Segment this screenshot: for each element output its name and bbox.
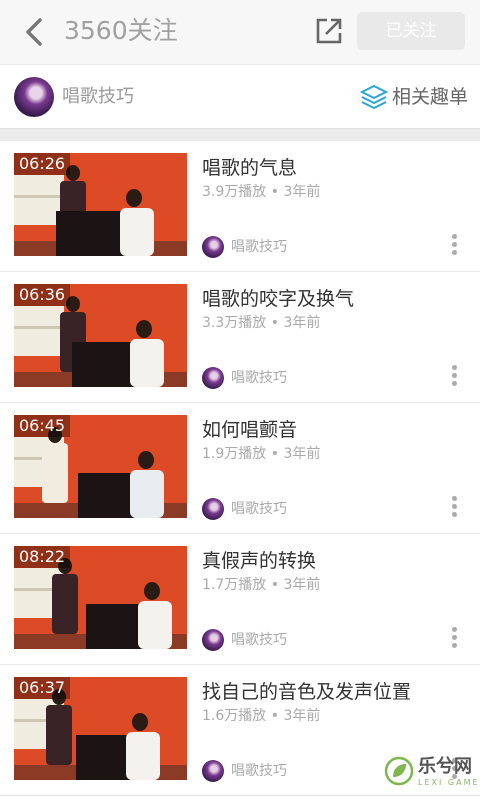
more-vertical-icon[interactable]	[448, 365, 460, 391]
uploader-name[interactable]: 唱歌技巧	[231, 629, 287, 651]
uploader-name[interactable]: 唱歌技巧	[231, 498, 287, 520]
channel-row[interactable]: 唱歌技巧 相关趣单	[0, 64, 480, 129]
video-age: 3年前	[283, 708, 321, 724]
video-meta: 1.6万播放 • 3年前	[202, 708, 321, 724]
more-vertical-icon[interactable]	[448, 234, 460, 260]
uploader-name[interactable]: 唱歌技巧	[231, 367, 287, 389]
video-duration: 06:26	[14, 153, 71, 175]
video-meta: 1.9万播放 • 3年前	[202, 446, 321, 462]
video-title[interactable]: 唱歌的咬字及换气	[202, 285, 354, 313]
video-duration: 08:22	[14, 546, 71, 568]
uploader-avatar[interactable]	[202, 629, 224, 651]
uploader-avatar[interactable]	[202, 367, 224, 389]
site-watermark: 乐兮网 LEXI GAME	[384, 756, 480, 796]
video-views: 1.6万播放	[202, 708, 267, 724]
video-views: 1.7万播放	[202, 577, 267, 593]
watermark-text: 乐兮网	[418, 756, 472, 777]
watermark-subtext: LEXI GAME	[418, 778, 480, 787]
layers-icon	[360, 84, 388, 110]
uploader-name[interactable]: 唱歌技巧	[231, 760, 287, 782]
video-meta: 3.9万播放 • 3年前	[202, 184, 321, 200]
channel-avatar[interactable]	[14, 77, 54, 117]
video-title[interactable]: 唱歌的气息	[202, 154, 297, 182]
more-vertical-icon[interactable]	[448, 627, 460, 653]
more-vertical-icon[interactable]	[448, 496, 460, 522]
follow-count-title: 3560关注	[64, 16, 178, 45]
video-meta: 1.7万播放 • 3年前	[202, 577, 321, 593]
channel-name[interactable]: 唱歌技巧	[62, 85, 134, 109]
video-list: 06:26 唱歌的气息 3.9万播放 • 3年前 唱歌技巧 06:36 唱歌的咬…	[0, 140, 480, 800]
uploader-name[interactable]: 唱歌技巧	[231, 236, 287, 258]
video-item[interactable]: 06:26 唱歌的气息 3.9万播放 • 3年前 唱歌技巧	[0, 140, 480, 272]
video-age: 3年前	[283, 315, 321, 331]
video-duration: 06:36	[14, 284, 71, 306]
video-item[interactable]: 06:45 如何唱颤音 1.9万播放 • 3年前 唱歌技巧	[0, 402, 480, 534]
related-playlists-label: 相关趣单	[392, 86, 469, 108]
followed-button[interactable]: 已关注	[357, 12, 465, 50]
top-bar: 3560关注 已关注	[0, 0, 480, 64]
video-views: 3.3万播放	[202, 315, 267, 331]
video-views: 3.9万播放	[202, 184, 267, 200]
video-age: 3年前	[283, 446, 321, 462]
uploader-avatar[interactable]	[202, 236, 224, 258]
video-item[interactable]: 06:36 唱歌的咬字及换气 3.3万播放 • 3年前 唱歌技巧	[0, 271, 480, 403]
uploader-avatar[interactable]	[202, 760, 224, 782]
video-item[interactable]: 08:22 真假声的转换 1.7万播放 • 3年前 唱歌技巧	[0, 533, 480, 665]
video-age: 3年前	[283, 577, 321, 593]
video-meta: 3.3万播放 • 3年前	[202, 315, 321, 331]
video-title[interactable]: 如何唱颤音	[202, 416, 297, 444]
back-arrow-icon[interactable]	[18, 14, 50, 50]
share-icon[interactable]	[313, 15, 345, 47]
video-views: 1.9万播放	[202, 446, 267, 462]
uploader-avatar[interactable]	[202, 498, 224, 520]
video-duration: 06:37	[14, 677, 71, 699]
video-title[interactable]: 真假声的转换	[202, 547, 316, 575]
video-title[interactable]: 找自己的音色及发声位置	[202, 678, 411, 706]
video-age: 3年前	[283, 184, 321, 200]
video-duration: 06:45	[14, 415, 71, 437]
leaf-logo-icon	[384, 756, 414, 786]
